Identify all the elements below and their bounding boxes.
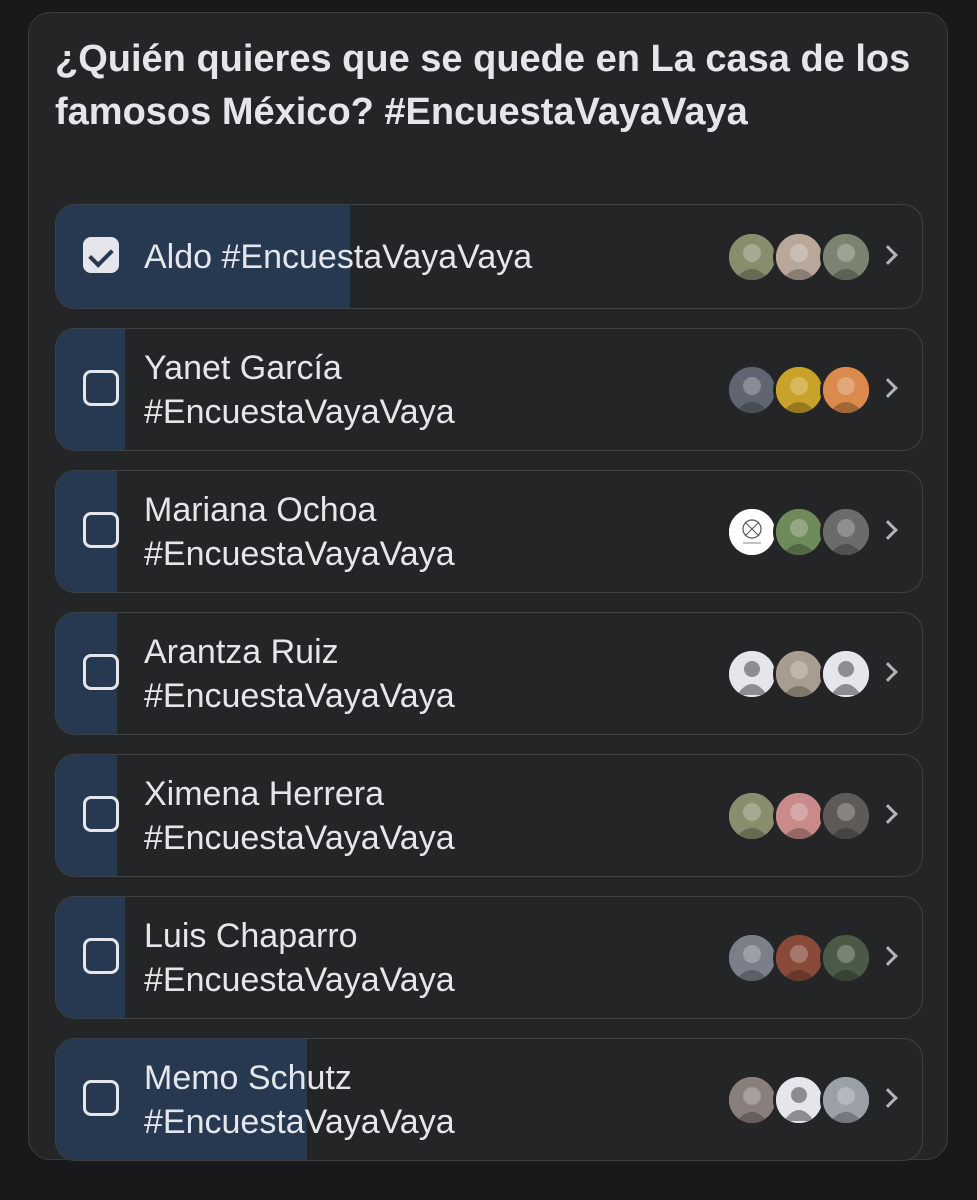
avatar [726, 931, 778, 984]
chevron-right-icon[interactable] [878, 945, 898, 966]
checkbox[interactable] [83, 1079, 119, 1116]
avatar [820, 1073, 872, 1126]
option-hashtag: #EncuestaVayaVaya [144, 960, 455, 999]
option-hashtag: #EncuestaVayaVaya [144, 534, 455, 573]
option-hashtag: #EncuestaVayaVaya [144, 818, 455, 857]
option-label: Luis Chaparro #EncuestaVayaVaya [144, 914, 704, 1002]
option-hashtag: #EncuestaVayaVaya [221, 237, 533, 276]
poll-question: ¿Quién quieres que se quede en La casa d… [55, 38, 911, 133]
chevron-right-icon[interactable] [878, 377, 898, 398]
poll-option[interactable]: Aldo #EncuestaVayaVaya [55, 204, 923, 309]
option-name: Mariana Ochoa [144, 490, 377, 529]
default-user-icon [726, 647, 778, 700]
option-name: Ximena Herrera [144, 774, 384, 813]
option-label: Mariana Ochoa #EncuestaVayaVaya [144, 488, 704, 576]
avatar [773, 789, 825, 842]
checkbox[interactable] [83, 795, 119, 832]
option-name: Luis Chaparro [144, 916, 358, 955]
checkbox[interactable] [83, 511, 119, 548]
voter-avatars[interactable] [726, 505, 872, 558]
chevron-right-icon[interactable] [878, 661, 898, 682]
option-hashtag: #EncuestaVayaVaya [144, 676, 455, 715]
option-name: Yanet García [144, 348, 342, 387]
avatar [773, 363, 825, 416]
voter-avatars[interactable] [726, 647, 872, 700]
poll-options: Aldo #EncuestaVayaVaya Yanet García #Encue… [55, 204, 923, 1180]
checkmark-icon [88, 241, 114, 268]
default-user-icon [820, 647, 872, 700]
option-hashtag: #EncuestaVayaVaya [144, 392, 455, 431]
avatar [773, 647, 825, 700]
poll-option[interactable]: Luis Chaparro #EncuestaVayaVaya [55, 896, 923, 1019]
option-label: Aldo #EncuestaVayaVaya [144, 235, 704, 279]
avatar [820, 789, 872, 842]
poll-option[interactable]: Arantza Ruiz #EncuestaVayaVaya [55, 612, 923, 735]
avatar [726, 363, 778, 416]
option-label: Ximena Herrera #EncuestaVayaVaya [144, 772, 704, 860]
checkbox[interactable] [83, 937, 119, 974]
chevron-right-icon[interactable] [878, 803, 898, 824]
option-name: Memo Schutz [144, 1058, 352, 1097]
poll-card: ¿Quién quieres que se quede en La casa d… [28, 12, 948, 1161]
chevron-right-icon[interactable] [878, 244, 898, 265]
avatar [820, 363, 872, 416]
voter-avatars[interactable] [726, 363, 872, 416]
chevron-right-icon[interactable] [878, 1087, 898, 1108]
option-hashtag: #EncuestaVayaVaya [144, 1102, 455, 1141]
voter-avatars[interactable] [726, 230, 872, 283]
option-label: Memo Schutz #EncuestaVayaVaya [144, 1056, 704, 1144]
voter-avatars[interactable] [726, 931, 872, 984]
voter-avatars[interactable] [726, 1073, 872, 1126]
voter-avatars[interactable] [726, 789, 872, 842]
poll-option[interactable]: Ximena Herrera #EncuestaVayaVaya [55, 754, 923, 877]
checkbox[interactable] [83, 369, 119, 406]
option-label: Arantza Ruiz #EncuestaVayaVaya [144, 630, 704, 718]
avatar [726, 789, 778, 842]
avatar [820, 931, 872, 984]
poll-option[interactable]: Yanet García #EncuestaVayaVaya [55, 328, 923, 451]
avatar [820, 230, 872, 283]
option-name: Aldo [144, 237, 213, 276]
avatar [726, 505, 778, 558]
avatar [726, 230, 778, 283]
avatar [773, 230, 825, 283]
checkbox[interactable] [83, 653, 119, 690]
avatar [726, 1073, 778, 1126]
avatar [773, 505, 825, 558]
checked-checkbox[interactable] [83, 236, 119, 273]
option-label: Yanet García #EncuestaVayaVaya [144, 346, 704, 434]
avatar [820, 505, 872, 558]
chevron-right-icon[interactable] [878, 519, 898, 540]
option-name: Arantza Ruiz [144, 632, 339, 671]
poll-option[interactable]: Memo Schutz #EncuestaVayaVaya [55, 1038, 923, 1161]
default-user-icon [773, 1073, 825, 1126]
poll-option[interactable]: Mariana Ochoa #EncuestaVayaVaya [55, 470, 923, 593]
avatar [773, 931, 825, 984]
